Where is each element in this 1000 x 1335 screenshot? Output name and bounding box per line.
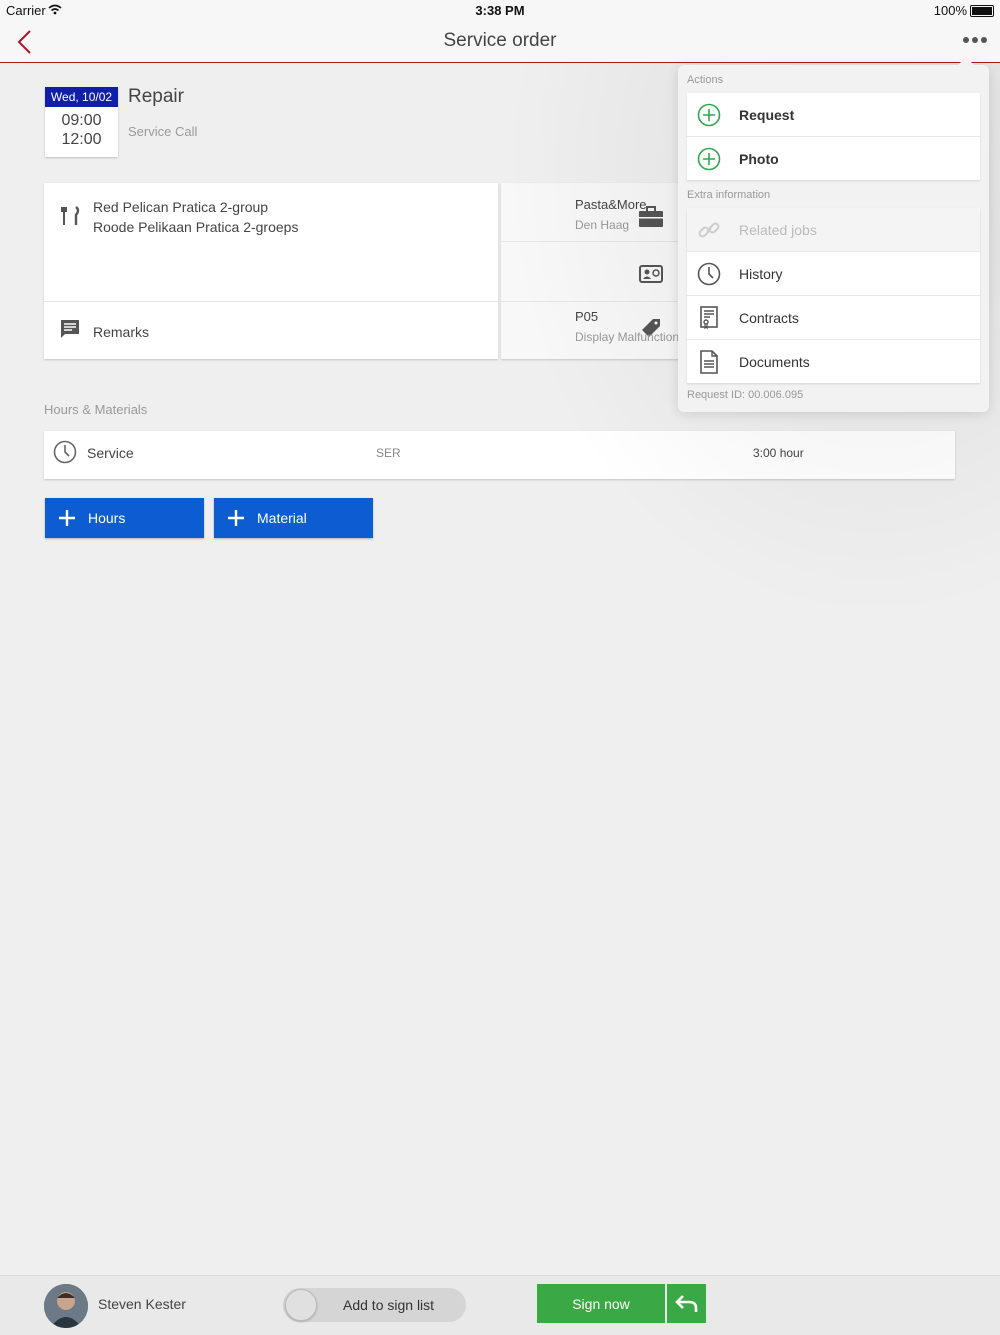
add-material-label: Material <box>257 510 307 526</box>
customer-name-line1: Red Pelican Pratica 2-group <box>93 199 269 215</box>
remarks-button[interactable]: Remarks <box>93 324 149 340</box>
more-dots-icon[interactable] <box>962 30 988 50</box>
extra-info-label: Extra information <box>687 189 771 201</box>
card-divider <box>501 241 691 242</box>
battery-indicator: 100% <box>934 3 994 18</box>
tools-icon <box>61 206 80 225</box>
plus-circle-icon <box>696 102 722 128</box>
navigation-bar: Service order <box>0 20 1000 63</box>
actions-label: Actions <box>687 74 724 86</box>
appointment-day: Wed, 10/02 <box>45 87 118 107</box>
clock-icon <box>53 440 77 464</box>
card-divider <box>501 301 691 302</box>
job-title: Repair <box>128 86 184 107</box>
documents-label: Documents <box>739 353 810 370</box>
contracts-label: Contracts <box>739 309 799 326</box>
related-jobs-button: Related jobs <box>687 208 980 252</box>
bottom-bar: Steven Kester Add to sign list Sign now <box>0 1275 1000 1335</box>
contract-icon <box>696 305 722 331</box>
sign-list-toggle[interactable]: Add to sign list <box>283 1288 466 1322</box>
sign-list-label: Add to sign list <box>343 1297 435 1313</box>
appointment-end: 12:00 <box>61 131 102 148</box>
sign-now-label: Sign now <box>572 1295 630 1312</box>
sign-now-button[interactable]: Sign now <box>537 1284 665 1323</box>
photo-label: Photo <box>739 150 779 167</box>
document-icon <box>696 349 722 375</box>
clock-label: 3:38 PM <box>475 3 525 18</box>
request-button[interactable]: Request <box>687 93 980 137</box>
undo-button[interactable] <box>667 1284 706 1323</box>
customer-name: Red Pelican Pratica 2-group Roode Pelika… <box>93 197 298 237</box>
contact-card-icon <box>639 265 663 283</box>
related-jobs-label: Related jobs <box>739 221 817 238</box>
page-title: Service order <box>443 30 557 51</box>
history-label: History <box>739 265 783 282</box>
company-city: Den Haag <box>575 218 630 232</box>
toggle-knob[interactable] <box>285 1289 317 1321</box>
status-bar: Carrier 3:38 PM 100% <box>0 0 1000 20</box>
customer-name-line2: Roode Pelikaan Pratica 2-groeps <box>93 219 299 235</box>
popover-arrow <box>957 57 975 66</box>
battery-icon <box>970 4 994 17</box>
actions-group: Request Photo <box>687 93 980 180</box>
extra-info-group: Related jobs History Contracts Documents <box>687 208 980 383</box>
problem-description: Display Malfunction <box>575 330 680 344</box>
card-divider <box>44 301 498 302</box>
request-label: Request <box>739 106 795 123</box>
appointment-start: 09:00 <box>61 112 102 129</box>
battery-percent: 100% <box>933 3 967 18</box>
hours-materials-title: Hours & Materials <box>44 402 148 417</box>
contracts-button[interactable]: Contracts <box>687 296 980 340</box>
plus-icon <box>59 510 75 526</box>
company-name: Pasta&More <box>575 197 647 212</box>
problem-code: P05 <box>575 309 599 324</box>
add-material-button[interactable]: Material <box>214 498 373 538</box>
comment-icon <box>61 320 79 338</box>
link-icon <box>696 217 722 243</box>
history-button[interactable]: History <box>687 252 980 296</box>
plus-circle-icon <box>696 146 722 172</box>
plus-icon <box>228 510 244 526</box>
actions-popover: Actions Request Photo Extra information … <box>678 57 989 412</box>
row-quantity: 3:00 hour <box>753 446 804 460</box>
table-row[interactable]: Service SER 3:00 hour <box>44 431 955 479</box>
add-hours-label: Hours <box>88 510 126 526</box>
undo-icon <box>674 1294 697 1312</box>
appointment-date: Wed, 10/02 09:00 12:00 <box>45 87 118 157</box>
request-id: Request ID: 00.006.095 <box>687 389 804 401</box>
add-hours-button[interactable]: Hours <box>45 498 204 538</box>
user-name: Steven Kester <box>98 1296 186 1312</box>
row-code: SER <box>376 446 401 460</box>
photo-button[interactable]: Photo <box>687 137 980 180</box>
avatar <box>44 1284 88 1328</box>
clock-icon <box>696 261 722 287</box>
row-name: Service <box>87 445 134 461</box>
job-subtitle: Service Call <box>128 124 198 139</box>
documents-button[interactable]: Documents <box>687 340 980 383</box>
